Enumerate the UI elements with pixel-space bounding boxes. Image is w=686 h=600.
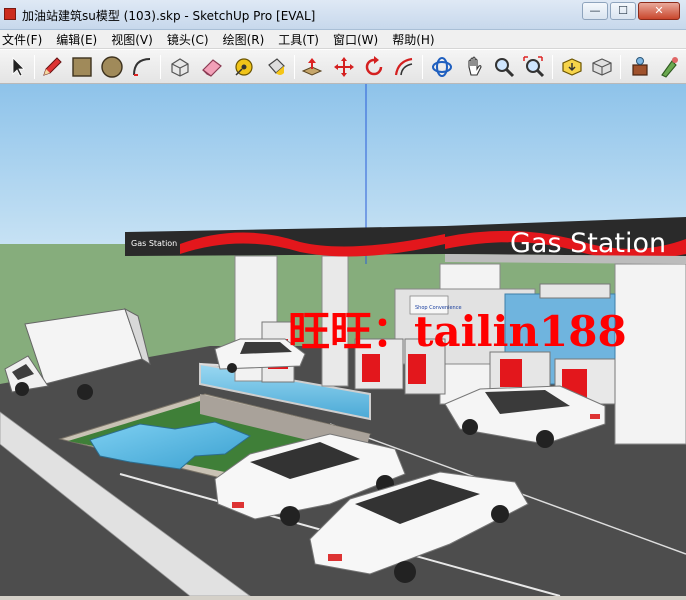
component-icon [171, 58, 189, 77]
menu-help[interactable]: 帮助(H) [390, 31, 441, 48]
share-model-icon [592, 58, 612, 76]
menu-camera[interactable]: 镜头(C) [165, 31, 216, 48]
canopy-sign-text: Gas Station [510, 228, 666, 259]
orbit-tool-button[interactable] [428, 53, 456, 81]
menu-bar: 文件(F) 编辑(E) 视图(V) 镜头(C) 绘图(R) 工具(T) 窗口(W… [0, 30, 686, 49]
toolbar-separator [34, 55, 35, 79]
move-tool-button[interactable] [330, 53, 358, 81]
small-sign-text: Gas Station [131, 239, 177, 248]
menu-draw[interactable]: 绘图(R) [221, 31, 272, 48]
zoom-icon [495, 58, 515, 78]
fuel-pump-panel [500, 359, 522, 387]
arrow-cursor-icon [12, 57, 25, 77]
menu-window[interactable]: 窗口(W) [331, 31, 385, 48]
store-roof-box [539, 283, 611, 299]
toolbar-separator [294, 55, 295, 79]
pan-tool-button[interactable] [460, 53, 488, 81]
model-viewport[interactable]: Shop Convenience Gas Station Gas Station [0, 84, 686, 596]
share-model-button[interactable] [588, 53, 616, 81]
menu-tools[interactable]: 工具(T) [276, 31, 326, 48]
menu-edit[interactable]: 编辑(E) [54, 31, 104, 48]
tape-measure-tool-button[interactable] [230, 53, 258, 81]
zoom-extents-tool-button[interactable] [520, 53, 548, 81]
pan-hand-icon [468, 56, 482, 76]
line-tool-button[interactable] [38, 53, 66, 81]
get-models-icon [562, 58, 582, 76]
get-models-button[interactable] [558, 53, 586, 81]
arc-tool-button[interactable] [128, 53, 156, 81]
select-tool-button[interactable] [4, 53, 32, 81]
zoom-tool-button[interactable] [490, 53, 518, 81]
extension-icon [661, 57, 678, 78]
push-pull-tool-button[interactable] [298, 53, 326, 81]
close-button[interactable]: ✕ [638, 2, 680, 20]
paint-bucket-tool-button[interactable] [262, 53, 290, 81]
components-panel-icon [632, 57, 648, 76]
move-icon [334, 57, 354, 77]
menu-file[interactable]: 文件(F) [0, 31, 49, 48]
toolbar-separator [552, 55, 553, 79]
extension-button[interactable] [656, 53, 684, 81]
main-toolbar [0, 50, 686, 84]
rotate-icon [365, 56, 383, 76]
circle-icon [101, 56, 123, 78]
paint-bucket-icon [268, 58, 285, 75]
rotate-tool-button[interactable] [360, 53, 388, 81]
sketchup-app-icon [4, 8, 16, 20]
fuel-pump-panel [408, 354, 426, 384]
orbit-icon [432, 57, 452, 77]
fuel-pump-panel [362, 354, 380, 382]
make-component-button[interactable] [166, 53, 194, 81]
toolbar-separator [160, 55, 161, 79]
rectangle-tool-button[interactable] [68, 53, 96, 81]
eraser-tool-button[interactable] [198, 53, 226, 81]
components-panel-button[interactable] [626, 53, 654, 81]
minimize-button[interactable]: — [582, 2, 608, 20]
watermark-text: 旺旺：tailin188 [288, 307, 627, 356]
pencil-icon [43, 57, 62, 76]
offset-tool-button[interactable] [390, 53, 418, 81]
toolbar-separator [620, 55, 621, 79]
circle-tool-button[interactable] [98, 53, 126, 81]
arc-icon [133, 58, 151, 76]
title-bar: 加油站建筑su模型 (103).skp - SketchUp Pro [EVAL… [0, 0, 686, 30]
push-pull-icon [301, 58, 323, 76]
tape-measure-icon [235, 58, 253, 76]
maximize-button[interactable]: ☐ [610, 2, 636, 20]
menu-view[interactable]: 视图(V) [109, 31, 160, 48]
eraser-icon [202, 59, 222, 77]
window-title: 加油站建筑su模型 (103).skp - SketchUp Pro [EVAL… [22, 9, 316, 23]
rectangle-icon [72, 57, 92, 77]
zoom-extents-icon [523, 56, 545, 78]
toolbar-separator [422, 55, 423, 79]
offset-icon [394, 57, 413, 76]
gas-station-scene: Shop Convenience Gas Station Gas Station [0, 84, 686, 596]
window-controls: — ☐ ✕ [582, 2, 680, 20]
status-bar [0, 596, 686, 600]
